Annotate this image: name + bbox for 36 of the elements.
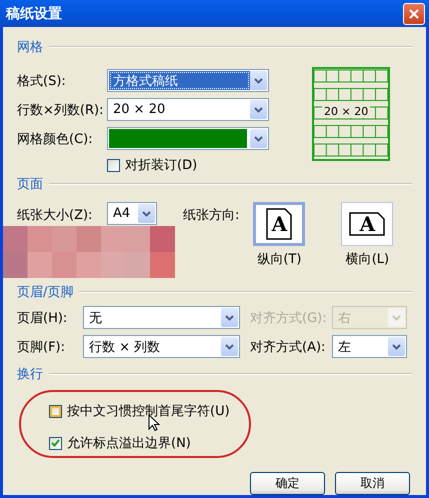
section-title: 网格: [17, 39, 43, 56]
field-label: 对齐方式(A):: [250, 338, 326, 356]
section-title: 页眉/页脚: [17, 284, 74, 301]
field-label: 页脚(F):: [17, 338, 66, 356]
align-dropdown[interactable]: 左: [332, 335, 407, 358]
color-dropdown[interactable]: [107, 127, 269, 150]
size-dropdown[interactable]: 20 × 20: [107, 98, 269, 121]
page-icon: [266, 208, 292, 240]
section-title: 页面: [17, 176, 43, 193]
section-title: 换行: [17, 366, 43, 383]
orientation-label: 横向(L): [346, 251, 390, 268]
page-icon: [349, 212, 386, 236]
field-label: 格式(S):: [17, 72, 67, 90]
field-label: 对齐方式(G):: [250, 310, 328, 326]
paper-size-dropdown[interactable]: A4: [107, 202, 157, 225]
checkbox[interactable]: 允许标点溢出边界(N): [49, 434, 412, 452]
format-dropdown[interactable]: 方格式稿纸: [107, 69, 269, 92]
orientation-button[interactable]: A: [341, 202, 394, 246]
orientation-label: 纵向(T): [257, 251, 302, 268]
dialog-button[interactable]: 确定: [250, 472, 325, 495]
field-label: 纸张方向:: [183, 207, 240, 224]
dropdown[interactable]: 行数 × 列数: [83, 335, 240, 358]
window-title: 稿纸设置: [6, 4, 62, 22]
preview-caption: 20 × 20: [322, 105, 370, 118]
checkbox[interactable]: 对折装订(D): [107, 156, 198, 174]
check-icon: [51, 439, 60, 447]
field-label: 页眉(H):: [17, 310, 68, 326]
field-label: 纸张大小(Z):: [17, 207, 94, 224]
orientation-button[interactable]: A: [253, 202, 306, 246]
field-label: 网格颜色(C):: [17, 130, 94, 148]
checkbox[interactable]: 按中文习惯控制首尾字符(U): [49, 402, 412, 420]
dropdown[interactable]: 无: [83, 306, 240, 329]
close-icon: [408, 8, 420, 20]
field-label: 行数×列数(R):: [17, 102, 104, 118]
dialog-button[interactable]: 取消: [335, 472, 410, 495]
close-button[interactable]: [403, 2, 425, 24]
